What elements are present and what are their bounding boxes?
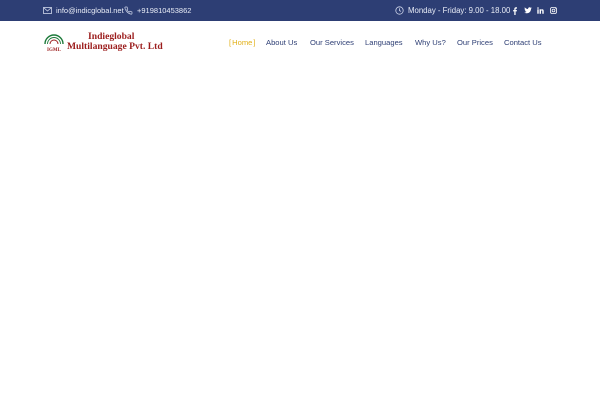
facebook-icon[interactable]	[512, 0, 518, 21]
top-bar: info@indicglobal.net +919810453862 Monda…	[0, 0, 600, 21]
twitter-icon[interactable]	[524, 0, 532, 21]
nav-item-languages[interactable]: Languages	[365, 36, 403, 50]
linkedin-icon[interactable]	[537, 0, 544, 21]
phone-contact[interactable]: +919810453862	[124, 0, 191, 21]
business-hours: Monday - Friday: 9.00 - 18.00	[395, 0, 510, 21]
clock-icon	[395, 6, 404, 15]
nav-item-about-us[interactable]: About Us	[266, 36, 297, 50]
mail-icon	[43, 7, 52, 14]
email-text: info@indicglobal.net	[56, 6, 124, 15]
phone-text: +919810453862	[137, 6, 192, 15]
nav-item-our-prices[interactable]: Our Prices	[457, 36, 493, 50]
main-navigation: [Home] About Us Our Services Languages W…	[0, 36, 600, 50]
nav-item-label: Home	[232, 38, 253, 47]
nav-item-why-us[interactable]: Why Us?	[415, 36, 446, 50]
email-contact[interactable]: info@indicglobal.net	[43, 0, 124, 21]
phone-icon	[124, 6, 133, 15]
hours-text: Monday - Friday: 9.00 - 18.00	[408, 6, 511, 15]
instagram-icon[interactable]	[550, 0, 557, 21]
nav-item-our-services[interactable]: Our Services	[310, 36, 354, 50]
nav-item-home[interactable]: [Home]	[229, 36, 256, 50]
active-bracket-close: ]	[253, 38, 256, 47]
nav-item-contact-us[interactable]: Contact Us	[504, 36, 542, 50]
active-bracket-open: [	[229, 38, 232, 47]
